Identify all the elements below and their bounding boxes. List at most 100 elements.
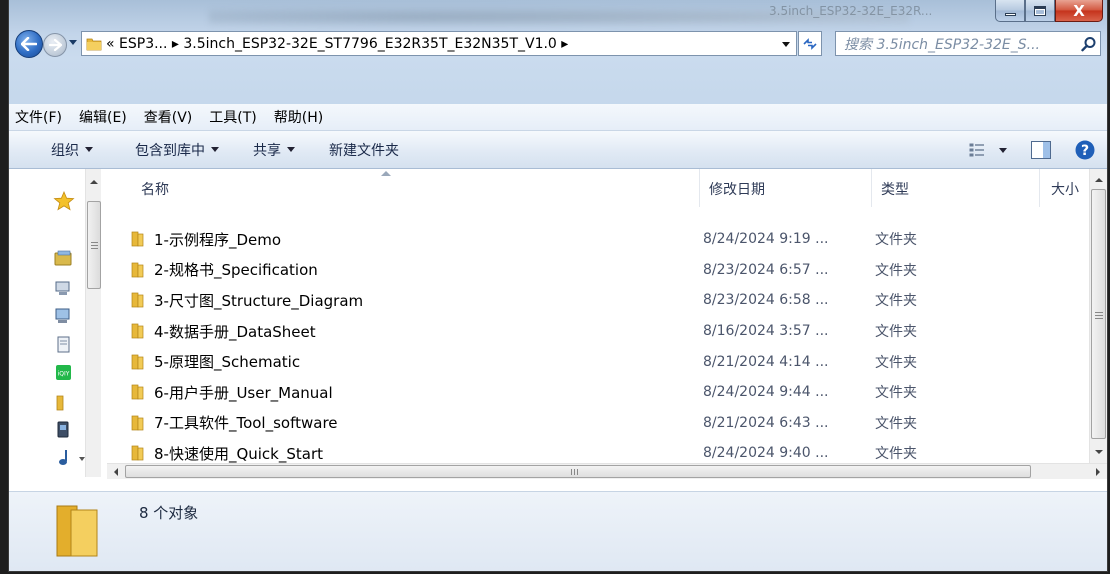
file-row[interactable]: 1-示例程序_Demo 8/24/2024 9:19 ... 文件夹 [103, 224, 1089, 255]
refresh-icon [803, 37, 817, 50]
menu-edit[interactable]: 编辑(E) [77, 107, 129, 127]
file-row[interactable]: 5-原理图_Schematic 8/21/2024 4:14 ... 文件夹 [103, 346, 1089, 377]
folder-icon [131, 231, 144, 247]
folder-icon[interactable] [53, 393, 75, 413]
file-modified: 8/21/2024 6:43 ... [703, 414, 829, 431]
scroll-down-icon[interactable] [1091, 447, 1107, 457]
file-row[interactable]: 3-尺寸图_Structure_Diagram 8/23/2024 6:58 .… [103, 285, 1089, 316]
menu-bar: 文件(F) 编辑(E) 查看(V) 工具(T) 帮助(H) [9, 104, 1107, 131]
recent-pages-dropdown[interactable] [69, 40, 77, 45]
file-row[interactable]: 6-用户手册_User_Manual 8/24/2024 9:44 ... 文件… [103, 377, 1089, 408]
file-list: 1-示例程序_Demo 8/24/2024 9:19 ... 文件夹 2-规格书… [103, 224, 1089, 469]
scroll-up-icon[interactable] [1091, 175, 1107, 185]
change-view-button[interactable] [969, 143, 1007, 157]
file-name: 3-尺寸图_Structure_Diagram [154, 291, 364, 310]
vertical-scroll-thumb[interactable] [1091, 189, 1106, 439]
file-modified: 8/24/2024 9:19 ... [703, 231, 829, 248]
include-in-library-button[interactable]: 包含到库中 [135, 140, 219, 160]
folder-icon [131, 415, 144, 431]
content-area: iQIY 名称 修改日期 类型 大小 1-示例程序_Demo 8/24/2024… [9, 169, 1107, 491]
folder-icon [131, 262, 144, 278]
column-divider[interactable] [699, 169, 700, 207]
share-label: 共享 [253, 142, 281, 159]
menu-help[interactable]: 帮助(H) [272, 107, 325, 127]
window-title: 3.5inch_ESP32-32E_E32R... [769, 4, 933, 18]
scroll-up-icon[interactable] [87, 177, 101, 187]
library-icon[interactable] [53, 249, 75, 269]
new-folder-button[interactable]: 新建文件夹 [329, 140, 399, 160]
menu-tools[interactable]: 工具(T) [207, 107, 258, 127]
include-in-library-label: 包含到库中 [135, 142, 205, 159]
file-type: 文件夹 [875, 354, 917, 371]
chevron-down-icon [211, 147, 219, 152]
menu-view[interactable]: 查看(V) [142, 107, 195, 127]
file-list-pane: 名称 修改日期 类型 大小 1-示例程序_Demo 8/24/2024 9:19… [103, 169, 1089, 477]
vertical-scrollbar[interactable] [1089, 169, 1107, 463]
chevron-down-icon [999, 147, 1007, 153]
back-button[interactable] [15, 30, 43, 58]
item-count: 8 个对象 [139, 504, 199, 522]
network-icon[interactable] [53, 278, 75, 298]
address-path[interactable]: « ESP3... ▸ 3.5inch_ESP32-32E_ST7796_E32… [106, 36, 568, 52]
column-header-row: 名称 修改日期 类型 大小 [103, 169, 1089, 207]
file-row[interactable]: 2-规格书_Specification 8/23/2024 6:57 ... 文… [103, 255, 1089, 286]
minimize-button[interactable] [995, 0, 1025, 22]
column-size[interactable]: 大小 [1051, 179, 1079, 199]
iqiyi-icon[interactable]: iQIY [53, 363, 75, 383]
file-name: 2-规格书_Specification [154, 261, 318, 280]
file-type: 文件夹 [875, 446, 917, 463]
search-box[interactable]: 搜索 3.5inch_ESP32-32E_S... [835, 31, 1101, 56]
arrow-right-icon [48, 39, 62, 51]
details-pane: 8 个对象 [9, 491, 1107, 571]
refresh-button[interactable] [798, 31, 822, 56]
document-icon[interactable] [53, 335, 75, 355]
column-name[interactable]: 名称 [141, 179, 169, 199]
file-type: 文件夹 [875, 262, 917, 279]
search-input[interactable]: 搜索 3.5inch_ESP32-32E_S... [844, 34, 1078, 54]
menu-file[interactable]: 文件(F) [13, 107, 64, 127]
preview-pane-button[interactable] [1031, 141, 1051, 159]
media-player-icon[interactable] [53, 420, 75, 440]
file-type: 文件夹 [875, 324, 917, 341]
file-row[interactable]: 7-工具软件_Tool_software 8/21/2024 6:43 ... … [103, 408, 1089, 439]
column-modified[interactable]: 修改日期 [709, 179, 765, 199]
folder-icon [56, 505, 98, 557]
file-modified: 8/21/2024 4:14 ... [703, 353, 829, 370]
folder-icon [131, 293, 144, 308]
address-dropdown-icon[interactable] [782, 42, 790, 47]
close-button[interactable]: X [1055, 0, 1103, 22]
organize-button[interactable]: 组织 [51, 140, 93, 160]
computer-icon[interactable] [53, 306, 75, 326]
scroll-right-icon[interactable] [1093, 465, 1103, 479]
address-bar[interactable]: « ESP3... ▸ 3.5inch_ESP32-32E_ST7796_E32… [81, 31, 797, 56]
help-button[interactable]: ? [1075, 140, 1095, 160]
file-row[interactable]: 4-数据手册_DataSheet 8/16/2024 3:57 ... 文件夹 [103, 316, 1089, 347]
horizontal-scrollbar[interactable] [107, 463, 1107, 479]
file-type: 文件夹 [875, 385, 917, 402]
forward-button[interactable] [43, 33, 67, 57]
navigation-pane: iQIY [9, 169, 103, 477]
arrow-left-icon [21, 37, 37, 51]
favorites-star-icon[interactable] [53, 191, 75, 211]
navigation-scrollbar[interactable] [85, 169, 101, 477]
folder-icon [131, 446, 144, 461]
music-icon[interactable] [53, 448, 75, 468]
share-button[interactable]: 共享 [253, 140, 295, 160]
column-type[interactable]: 类型 [881, 179, 909, 199]
horizontal-scroll-thumb[interactable] [125, 465, 1031, 478]
file-name: 1-示例程序_Demo [154, 230, 282, 249]
navigation-row: « ESP3... ▸ 3.5inch_ESP32-32E_ST7796_E32… [9, 28, 1107, 58]
column-divider[interactable] [1039, 169, 1040, 207]
folder-icon [131, 323, 144, 339]
view-controls: ? [969, 131, 1107, 169]
svg-text:?: ? [1081, 143, 1089, 159]
maximize-button[interactable] [1025, 0, 1055, 22]
column-divider[interactable] [871, 169, 872, 207]
scroll-left-icon[interactable] [111, 465, 121, 479]
navigation-scroll-thumb[interactable] [87, 201, 101, 289]
file-name: 7-工具软件_Tool_software [154, 414, 338, 433]
file-modified: 8/24/2024 9:44 ... [703, 384, 829, 401]
file-modified: 8/23/2024 6:57 ... [703, 261, 829, 278]
search-icon[interactable] [1078, 36, 1100, 52]
maximize-icon [1034, 5, 1046, 16]
